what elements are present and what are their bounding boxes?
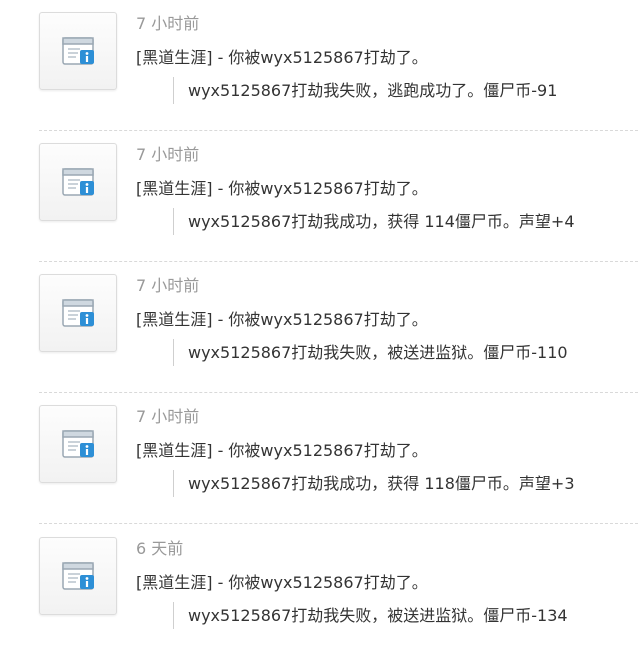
notification-item: 6 天前 [黑道生涯] - 你被wyx5125867打劫了。 wyx512586…: [0, 525, 638, 650]
notification-title: [黑道生涯] - 你被wyx5125867打劫了。: [136, 179, 428, 198]
notification-title: [黑道生涯] - 你被wyx5125867打劫了。: [136, 573, 428, 592]
notification-item: 7 小时前 [黑道生涯] - 你被wyx5125867打劫了。 wyx51258…: [0, 0, 638, 131]
notification-item: 7 小时前 [黑道生涯] - 你被wyx5125867打劫了。 wyx51258…: [0, 262, 638, 393]
timestamp: 7 小时前: [136, 407, 200, 426]
divider: [39, 523, 638, 524]
notification-detail: wyx5125867打劫我失败，逃跑成功了。僵尸币-91: [173, 77, 557, 104]
notification-title: [黑道生涯] - 你被wyx5125867打劫了。: [136, 48, 428, 67]
timestamp: 7 小时前: [136, 14, 200, 33]
info-window-icon: [39, 537, 117, 615]
timestamp: 7 小时前: [136, 145, 200, 164]
notification-title: [黑道生涯] - 你被wyx5125867打劫了。: [136, 441, 428, 460]
notification-item: 7 小时前 [黑道生涯] - 你被wyx5125867打劫了。 wyx51258…: [0, 131, 638, 262]
info-window-icon: [39, 12, 117, 90]
notification-title: [黑道生涯] - 你被wyx5125867打劫了。: [136, 310, 428, 329]
info-window-icon: [39, 405, 117, 483]
info-window-icon: [39, 274, 117, 352]
notification-detail: wyx5125867打劫我失败，被送进监狱。僵尸币-110: [173, 339, 568, 366]
notification-detail: wyx5125867打劫我失败，被送进监狱。僵尸币-134: [173, 602, 568, 629]
notification-feed: 7 小时前 [黑道生涯] - 你被wyx5125867打劫了。 wyx51258…: [0, 0, 638, 650]
notification-detail: wyx5125867打劫我成功，获得 114僵尸币。声望+4: [173, 208, 575, 235]
notification-detail: wyx5125867打劫我成功，获得 118僵尸币。声望+3: [173, 470, 575, 497]
info-window-icon: [39, 143, 117, 221]
notification-item: 7 小时前 [黑道生涯] - 你被wyx5125867打劫了。 wyx51258…: [0, 393, 638, 524]
timestamp: 6 天前: [136, 539, 184, 558]
timestamp: 7 小时前: [136, 276, 200, 295]
